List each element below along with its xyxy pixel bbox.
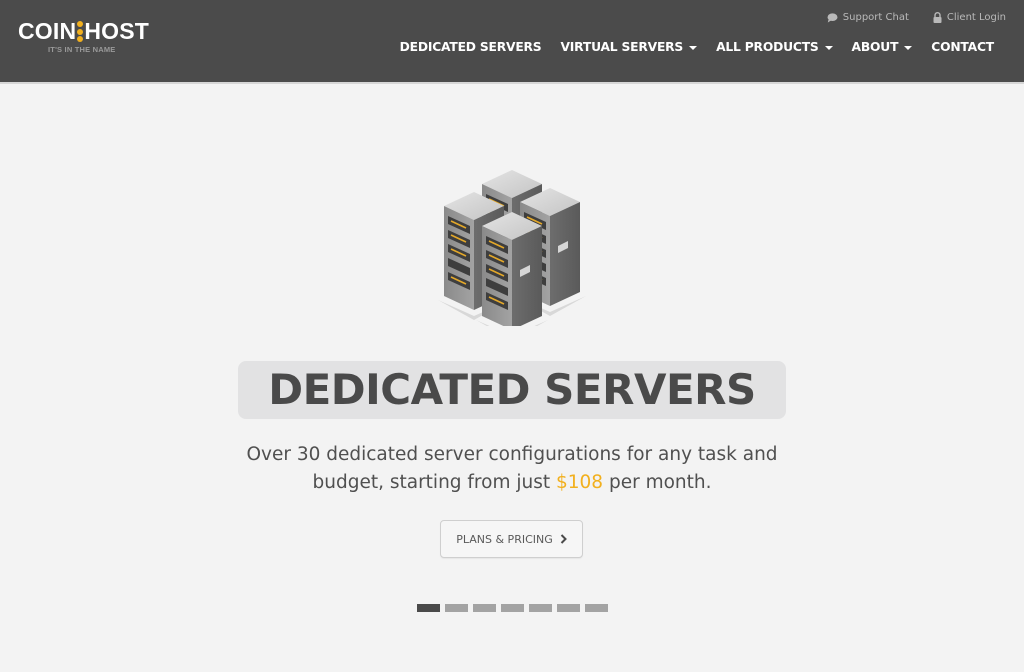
- plans-pricing-label: PLANS & PRICING: [456, 532, 553, 546]
- carousel-indicator-5[interactable]: [529, 604, 552, 612]
- nav-about[interactable]: ABOUT: [852, 40, 913, 54]
- nav-dedicated-servers[interactable]: DEDICATED SERVERS: [400, 40, 542, 54]
- client-login-link[interactable]: Client Login: [933, 12, 1006, 23]
- nav-dedicated-servers-label: DEDICATED SERVERS: [399, 40, 542, 54]
- carousel-indicator-3[interactable]: [473, 604, 496, 612]
- nav-contact-label: CONTACT: [931, 40, 994, 54]
- plans-pricing-button[interactable]: PLANS & PRICING: [440, 520, 583, 558]
- main-nav: DEDICATED SERVERS VIRTUAL SERVERS ALL PR…: [400, 40, 995, 54]
- support-chat-label: Support Chat: [842, 12, 909, 23]
- lock-icon: [933, 12, 942, 23]
- utility-links: Support Chat Client Login: [827, 12, 1006, 23]
- nav-all-products-label: ALL PRODUCTS: [716, 40, 819, 54]
- caret-down-icon: [824, 45, 833, 50]
- carousel-indicator-7[interactable]: [585, 604, 608, 612]
- carousel-indicator-6[interactable]: [557, 604, 580, 612]
- nav-about-label: ABOUT: [851, 40, 899, 54]
- carousel-indicator-4[interactable]: [501, 604, 524, 612]
- logo-text-coin: COIN: [18, 18, 77, 44]
- nav-virtual-servers-label: VIRTUAL SERVERS: [560, 40, 684, 54]
- nav-contact[interactable]: CONTACT: [931, 40, 994, 54]
- carousel-indicators: [417, 604, 608, 612]
- caret-down-icon: [689, 45, 698, 50]
- logo-text-host: HOST: [84, 18, 150, 44]
- logo-dots-icon: [77, 21, 84, 42]
- nav-all-products[interactable]: ALL PRODUCTS: [716, 40, 833, 54]
- caret-down-icon: [904, 45, 913, 50]
- site-header: COIN HOST IT'S IN THE NAME Support Chat …: [0, 0, 1024, 84]
- chat-bubble-icon: [827, 12, 838, 22]
- nav-virtual-servers[interactable]: VIRTUAL SERVERS: [560, 40, 698, 54]
- hero-title: DEDICATED SERVERS: [268, 365, 756, 414]
- chevron-right-icon: [560, 534, 567, 544]
- hero-subtitle-end: per month.: [603, 472, 712, 493]
- logo[interactable]: COIN HOST IT'S IN THE NAME: [18, 20, 149, 55]
- starting-price: $108: [555, 472, 604, 493]
- support-chat-link[interactable]: Support Chat: [827, 12, 909, 23]
- logo-tagline: IT'S IN THE NAME: [48, 45, 116, 54]
- server-racks-icon: [437, 169, 586, 326]
- hero-title-banner: DEDICATED SERVERS: [238, 361, 786, 419]
- logo-wordmark: COIN HOST: [18, 20, 149, 43]
- carousel-indicator-2[interactable]: [445, 604, 468, 612]
- client-login-label: Client Login: [946, 12, 1006, 23]
- carousel-indicator-1[interactable]: [417, 604, 440, 612]
- hero-subtitle: Over 30 dedicated server configurations …: [212, 441, 812, 497]
